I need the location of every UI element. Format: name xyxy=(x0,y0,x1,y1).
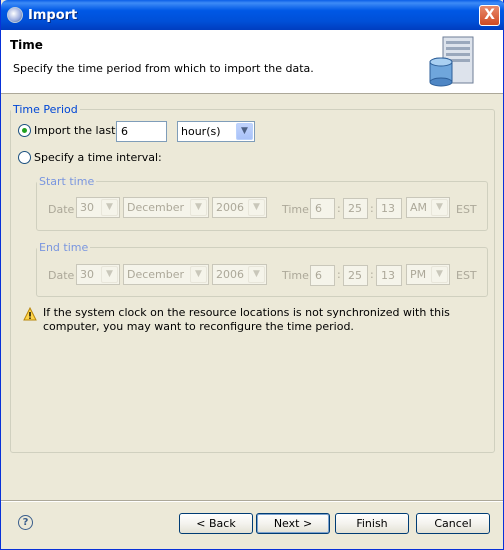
wizard-header: Time Specify the time period from which … xyxy=(1,30,503,94)
unit-select-value: hour(s) xyxy=(181,125,221,138)
start-timezone-label: EST xyxy=(456,203,477,216)
end-date-label: Date xyxy=(48,269,75,282)
end-month-select[interactable]: December ▼ xyxy=(123,264,209,285)
footer-separator xyxy=(1,500,503,502)
end-time-legend: End time xyxy=(39,241,89,254)
end-timezone-label: EST xyxy=(456,269,477,282)
colon-separator: : xyxy=(370,202,374,215)
import-dialog: Import X Time Specify the time period fr… xyxy=(0,0,504,550)
chevron-down-icon[interactable]: ▼ xyxy=(248,266,265,283)
end-month-value: December xyxy=(127,268,185,281)
start-year-value: 2006 xyxy=(216,201,244,214)
end-day-value: 30 xyxy=(80,268,94,281)
end-year-value: 2006 xyxy=(216,268,244,281)
cancel-button[interactable]: Cancel xyxy=(416,513,490,534)
specify-interval-label: Specify a time interval: xyxy=(34,151,162,164)
server-database-icon xyxy=(429,36,474,87)
colon-separator: : xyxy=(337,268,341,281)
chevron-down-icon[interactable]: ▼ xyxy=(101,199,118,216)
end-day-select[interactable]: 30 ▼ xyxy=(76,264,120,285)
end-minute-input[interactable]: 25 xyxy=(343,265,368,286)
start-date-label: Date xyxy=(48,203,75,216)
specify-interval-radio[interactable] xyxy=(18,151,31,164)
end-second-input[interactable]: 13 xyxy=(376,265,402,286)
end-ampm-value: PM xyxy=(410,268,427,281)
import-last-value-input[interactable]: 6 xyxy=(116,121,167,142)
chevron-down-icon[interactable]: ▼ xyxy=(190,266,207,283)
warning-icon xyxy=(23,307,37,321)
start-day-select[interactable]: 30 ▼ xyxy=(76,197,120,218)
start-hour-input[interactable]: 6 xyxy=(310,198,335,219)
end-time-label: Time xyxy=(282,269,309,282)
start-second-input[interactable]: 13 xyxy=(376,198,402,219)
start-day-value: 30 xyxy=(80,201,94,214)
import-last-label: Import the last xyxy=(34,124,116,137)
start-month-select[interactable]: December ▼ xyxy=(123,197,209,218)
specify-interval-radio-row[interactable]: Specify a time interval: xyxy=(18,151,162,164)
title-bar[interactable]: Import X xyxy=(1,0,504,30)
help-icon[interactable]: ? xyxy=(18,515,33,530)
app-icon xyxy=(7,7,23,23)
import-last-radio-row[interactable]: Import the last xyxy=(18,124,115,137)
time-period-legend: Time Period xyxy=(13,103,78,116)
close-button[interactable]: X xyxy=(479,5,500,26)
page-description: Specify the time period from which to im… xyxy=(13,62,314,75)
window-title: Import xyxy=(28,8,78,23)
chevron-down-icon[interactable]: ▼ xyxy=(190,199,207,216)
colon-separator: : xyxy=(337,202,341,215)
end-hour-input[interactable]: 6 xyxy=(310,265,335,286)
chevron-down-icon[interactable]: ▼ xyxy=(236,123,253,140)
page-title: Time xyxy=(10,38,43,52)
warning-message: If the system clock on the resource loca… xyxy=(43,306,450,333)
end-year-select[interactable]: 2006 ▼ xyxy=(212,264,267,285)
chevron-down-icon[interactable]: ▼ xyxy=(431,199,448,216)
start-ampm-select[interactable]: AM ▼ xyxy=(406,197,450,218)
start-minute-input[interactable]: 25 xyxy=(343,198,368,219)
chevron-down-icon[interactable]: ▼ xyxy=(248,199,265,216)
chevron-down-icon[interactable]: ▼ xyxy=(101,266,118,283)
chevron-down-icon[interactable]: ▼ xyxy=(431,266,448,283)
start-time-legend: Start time xyxy=(39,175,95,188)
end-ampm-select[interactable]: PM ▼ xyxy=(406,264,450,285)
start-month-value: December xyxy=(127,201,185,214)
colon-separator: : xyxy=(370,268,374,281)
back-button[interactable]: < Back xyxy=(179,513,253,534)
start-time-label: Time xyxy=(282,203,309,216)
next-button[interactable]: Next > xyxy=(256,513,330,534)
finish-button[interactable]: Finish xyxy=(335,513,409,534)
import-last-radio[interactable] xyxy=(18,124,31,137)
start-year-select[interactable]: 2006 ▼ xyxy=(212,197,267,218)
unit-select[interactable]: hour(s) ▼ xyxy=(177,121,255,142)
start-ampm-value: AM xyxy=(410,201,428,214)
